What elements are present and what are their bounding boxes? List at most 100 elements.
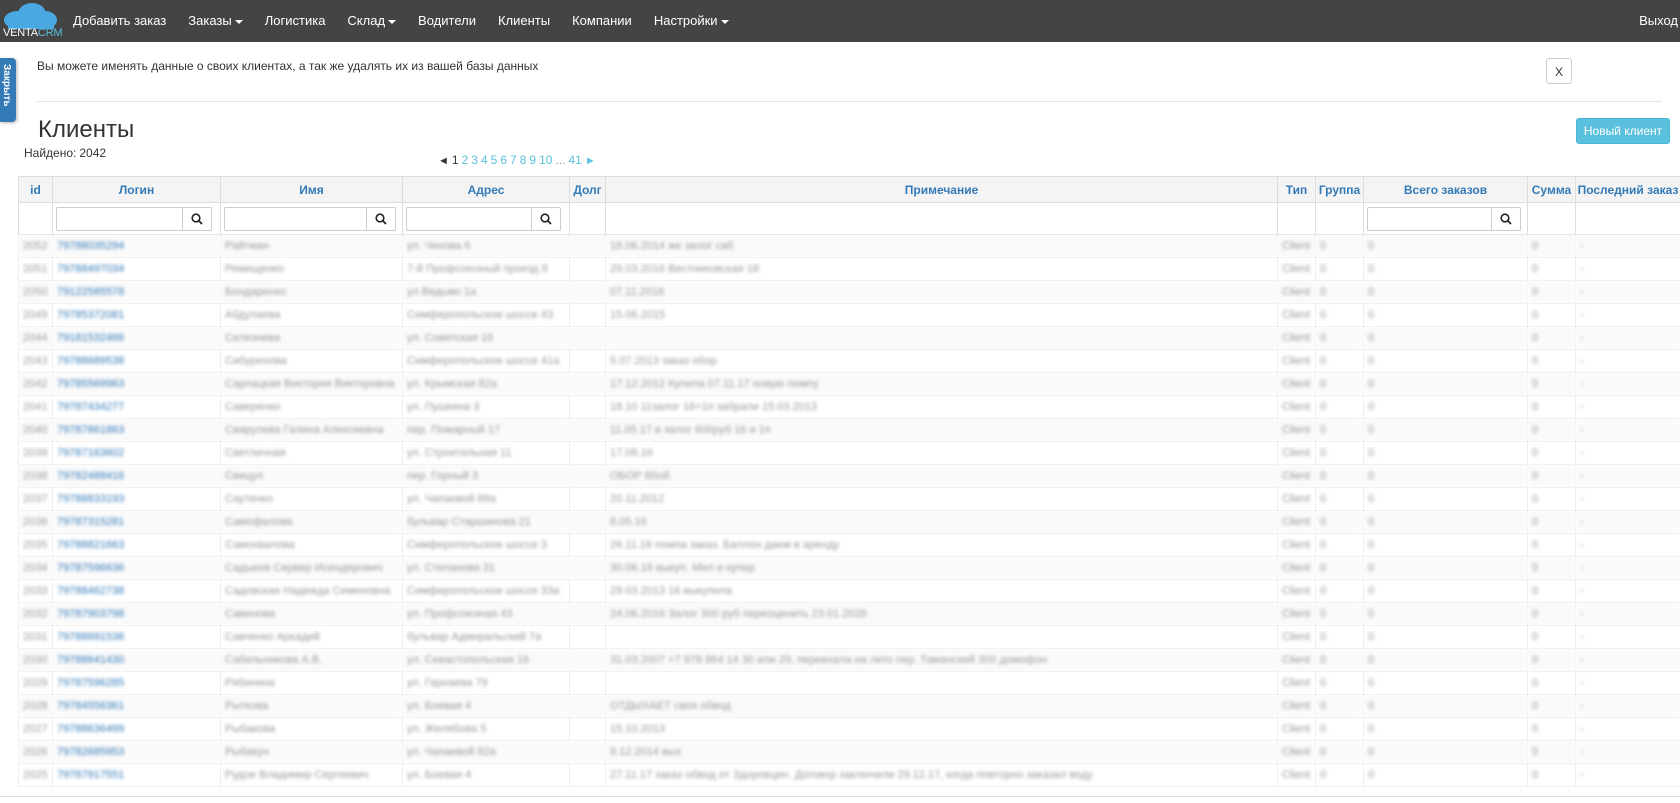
table-cell: ул Ведьмо 1а [403,281,570,304]
nav-drivers[interactable]: Водители [407,0,487,42]
table-row[interactable]: 204379788689538СибуреноваСимферопольское… [19,350,1680,373]
table-cell[interactable]: 79788497034 [53,258,221,281]
page-link[interactable]: 3 [471,153,478,167]
table-row[interactable]: 204479181532466Селезневаул. Советская 16… [19,327,1680,350]
table-cell[interactable]: 79787596636 [53,557,221,580]
table-row[interactable]: 204979785372081АбдулаеваСимферопольское … [19,304,1680,327]
table-cell[interactable]: 79788833193 [53,488,221,511]
table-row[interactable]: 203179788691536Савченко Аркадийбульвар А… [19,626,1680,649]
logo[interactable]: VENTACRM [0,0,62,42]
nav-logistics[interactable]: Логистика [254,0,337,42]
nav-warehouse[interactable]: Склад [336,0,407,42]
table-row[interactable]: 202679782685953Рыбакунул. Чапаевой 82а9.… [19,741,1680,764]
nav-settings[interactable]: Настройки [643,0,740,42]
table-row[interactable]: 204179787434277Саверенкоул. Пушкина 318.… [19,396,1680,419]
table-cell[interactable]: 79787596285 [53,672,221,695]
column-header[interactable]: Группа [1316,177,1364,203]
table-row[interactable]: 205279788035294Райтманул. Чехова 618.06.… [19,235,1680,258]
table-cell[interactable]: 79787903798 [53,603,221,626]
table-row[interactable]: 205179788497034Ремищенко7-й Профсоюзный … [19,258,1680,281]
column-header[interactable]: Имя [221,177,403,203]
column-header[interactable]: Тип [1278,177,1316,203]
prev-page-icon[interactable]: ◄ [438,155,449,167]
table-row[interactable]: 203779788833193Саутенкоул. Чапаевой 88а2… [19,488,1680,511]
table-cell[interactable]: 79788821663 [53,534,221,557]
logout-link[interactable]: Выход [1637,0,1680,42]
address-filter-input[interactable] [406,207,532,231]
table-row[interactable]: 203679787315281Самофаловабульвар Старшин… [19,511,1680,534]
next-page-icon[interactable]: ► [585,155,596,167]
table-cell: Свицул [221,465,403,488]
table-cell: Client [1278,327,1316,350]
table-cell: - [1576,557,1680,580]
name-filter-input[interactable] [224,207,367,231]
column-header[interactable]: Всего заказов [1364,177,1528,203]
table-cell[interactable]: 79787861863 [53,419,221,442]
table-row[interactable]: 203079788641430Сабельникова А.В.ул. Сева… [19,649,1680,672]
table-cell[interactable]: 79787163602 [53,442,221,465]
table-cell[interactable]: 79788691536 [53,626,221,649]
table-row[interactable]: 203979787163602Светличнаяул. Строительна… [19,442,1680,465]
orders-search-button[interactable] [1492,207,1521,231]
table-row[interactable]: 203879782488416Свицулпер. Горный 3ОБОР 8… [19,465,1680,488]
table-row[interactable]: 203279787903798Савеноваул. Профсоюзная 4… [19,603,1680,626]
page-link[interactable]: 6 [500,153,507,167]
table-row[interactable]: 203379788462738Садовская Надежда Семенов… [19,580,1680,603]
table-cell[interactable]: 79181532466 [53,327,221,350]
table-cell[interactable]: 79788689538 [53,350,221,373]
table-cell[interactable]: 79122585578 [53,281,221,304]
table-cell[interactable]: 79787434277 [53,396,221,419]
table-row[interactable]: 204079787861863Свирулева Галина Алексеев… [19,419,1680,442]
login-search-button[interactable] [183,207,212,231]
page-link[interactable]: 8 [520,153,527,167]
table-cell: Client [1278,281,1316,304]
table-cell: 0 [1316,580,1364,603]
page-link[interactable]: 10 [539,153,552,167]
table-row[interactable]: 204279785569963Сарлацкая Виктория Виктор… [19,373,1680,396]
table-cell[interactable]: 79782685953 [53,741,221,764]
table-row[interactable]: 202579787917551Рудое Владимир Сергеевичу… [19,764,1680,787]
orders-filter-input[interactable] [1367,207,1492,231]
column-header[interactable]: Примечание [606,177,1278,203]
close-side-tab[interactable]: Закрыть [0,58,16,122]
table-cell[interactable]: 79784556361 [53,695,221,718]
column-header[interactable]: Долг [570,177,606,203]
table-row[interactable]: 203479787596636Садыков Сервер Исендерови… [19,557,1680,580]
page-link[interactable]: 4 [481,153,488,167]
page-link[interactable]: 7 [510,153,517,167]
table-cell[interactable]: 79785372081 [53,304,221,327]
table-cell[interactable]: 79787917551 [53,764,221,787]
close-info-button[interactable]: X [1546,58,1572,84]
table-row[interactable]: 202879784556361Рытковаул. Боевая 4ОТДЫХА… [19,695,1680,718]
table-cell[interactable]: 79788462738 [53,580,221,603]
new-client-button[interactable]: Новый клиент [1576,118,1670,144]
address-search-button[interactable] [532,207,561,231]
table-cell[interactable]: 79788035294 [53,235,221,258]
name-search-button[interactable] [367,207,396,231]
table-cell[interactable]: 79785569963 [53,373,221,396]
nav-companies[interactable]: Компании [561,0,643,42]
page-link-last[interactable]: 41 [568,153,581,167]
nav-clients[interactable]: Клиенты [487,0,561,42]
table-cell[interactable]: 79787315281 [53,511,221,534]
column-header[interactable]: Последний заказ [1576,177,1680,203]
login-filter-input[interactable] [56,207,183,231]
table-row[interactable]: 202979787596285Рябининаул. Гарнаева 79Cl… [19,672,1680,695]
nav-add-order[interactable]: Добавить заказ [62,0,177,42]
caret-down-icon [721,20,729,24]
nav-orders[interactable]: Заказы [177,0,253,42]
table-row[interactable]: 205079122585578Бондаренкоул Ведьмо 1а07.… [19,281,1680,304]
table-row[interactable]: 203579788821663СамохваловаСимферопольско… [19,534,1680,557]
table-row[interactable]: 202779788636499Рыбаковаул. Желябова 515.… [19,718,1680,741]
column-header[interactable]: Адрес [403,177,570,203]
column-header[interactable]: Логин [53,177,221,203]
page-link[interactable]: 9 [529,153,536,167]
column-header[interactable]: id [19,177,53,203]
table-cell[interactable]: 79788636499 [53,718,221,741]
column-header[interactable]: Сумма [1528,177,1576,203]
page-link[interactable]: 2 [462,153,469,167]
page-link[interactable]: 5 [491,153,498,167]
table-cell[interactable]: 79782488416 [53,465,221,488]
table-cell [570,373,606,396]
table-cell[interactable]: 79788641430 [53,649,221,672]
